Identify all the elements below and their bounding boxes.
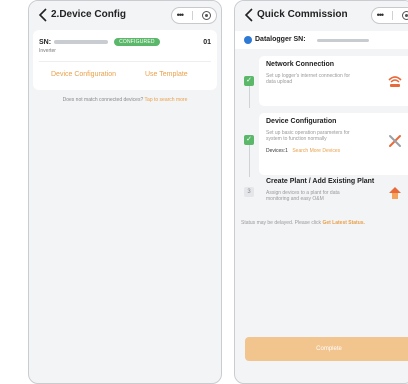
page-title: Quick Commission [257, 9, 348, 20]
check-icon: ✓ [244, 135, 254, 145]
step-title: Network Connection [266, 61, 335, 68]
complete-button[interactable]: Complete [245, 337, 408, 361]
sn-label: SN: [39, 38, 52, 46]
device-card: SN: CONFIGURED 01 Inverter Device Config… [33, 30, 217, 90]
get-latest-status-link[interactable]: Get Latest Status. [322, 220, 365, 226]
sn-value-redacted [54, 40, 109, 44]
circle-close-icon[interactable] [202, 11, 212, 20]
capsule-divider [192, 11, 194, 20]
devices-count: Devices:1 [266, 148, 288, 154]
device-configuration-link[interactable]: Device Configuration [51, 71, 116, 78]
status-badge: CONFIGURED [114, 38, 160, 46]
datalogger-row: Datalogger SN: [235, 31, 408, 49]
mini-program-capsule: ••• [171, 7, 217, 24]
more-dots-icon[interactable]: ••• [377, 11, 385, 20]
datalogger-label: Datalogger SN: [255, 36, 306, 43]
top-bar: Quick Commission ••• [235, 1, 408, 29]
search-more-devices-link[interactable]: Search More Devices [292, 148, 340, 154]
step-card[interactable]: Create Plant / Add Existing Plant Assign… [259, 173, 408, 213]
wifi-router-icon [387, 73, 403, 89]
step-number: 3 [244, 187, 254, 197]
device-type: Inverter [39, 48, 56, 54]
chevron-left-icon[interactable] [37, 7, 51, 23]
step-card[interactable]: Device Configuration Set up basic operat… [259, 113, 408, 175]
device-count: 01 [203, 38, 211, 46]
circle-close-icon[interactable] [402, 11, 408, 20]
sn-row: SN: CONFIGURED 01 [39, 36, 211, 48]
chevron-left-icon[interactable] [243, 7, 257, 23]
step-description: Assign devices to a plant for data monit… [266, 190, 340, 202]
device-config-screen: 2.Device Config ••• SN: CONFIGURED 01 In… [28, 0, 222, 384]
page-title: 2.Device Config [51, 9, 127, 20]
tap-to-search-link[interactable]: Tap to search more [145, 97, 188, 103]
status-note-text: Status may be delayed. Please click [241, 220, 322, 226]
capsule-divider [392, 11, 394, 20]
step-title: Device Configuration [266, 118, 337, 125]
check-icon: ✓ [244, 76, 254, 86]
use-template-link[interactable]: Use Template [145, 71, 188, 78]
card-divider [39, 61, 211, 62]
step-connector [249, 84, 250, 108]
status-note: Status may be delayed. Please click Get … [241, 220, 408, 226]
step-title: Create Plant / Add Existing Plant [266, 178, 375, 185]
wrench-screwdriver-icon [387, 133, 403, 149]
mini-program-capsule: ••• [371, 7, 408, 24]
step-network-connection[interactable]: ✓ Network Connection Set up logger's int… [241, 56, 408, 108]
step-create-plant[interactable]: 3 Create Plant / Add Existing Plant Assi… [241, 173, 408, 213]
datalogger-sn-redacted [317, 39, 369, 42]
devices-row: Devices:1 Search More Devices [266, 148, 340, 154]
quick-commission-screen: Quick Commission ••• Datalogger SN: ✓ Ne… [234, 0, 408, 384]
house-plant-icon [387, 185, 403, 201]
hint-text: Does not match connected devices? [62, 97, 144, 103]
top-bar: 2.Device Config ••• [29, 1, 221, 29]
datalogger-icon [244, 36, 252, 44]
step-description: Set up basic operation parameters for sy… [266, 130, 350, 142]
search-more-hint: Does not match connected devices? Tap to… [29, 97, 221, 103]
step-device-configuration[interactable]: ✓ Device Configuration Set up basic oper… [241, 113, 408, 177]
more-dots-icon[interactable]: ••• [177, 11, 185, 20]
step-card[interactable]: Network Connection Set up logger's inter… [259, 56, 408, 106]
step-description: Set up logger's internet connection for … [266, 73, 351, 85]
